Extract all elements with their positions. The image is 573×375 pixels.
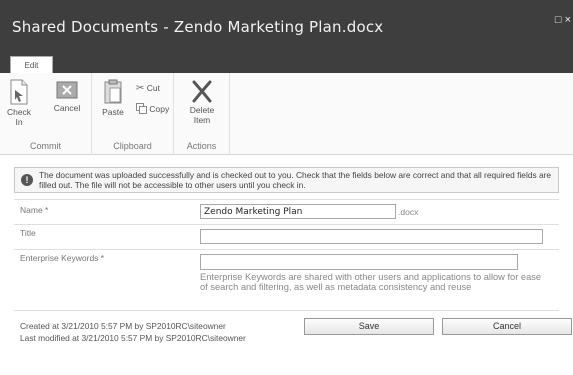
group-label-commit: Commit bbox=[30, 141, 61, 151]
check-in-button[interactable]: Check In bbox=[4, 79, 34, 127]
info-icon: ! bbox=[21, 174, 33, 186]
delete-item-button[interactable]: Delete Item bbox=[184, 79, 220, 125]
check-in-icon bbox=[10, 79, 28, 105]
tab-edit[interactable]: Edit bbox=[10, 56, 53, 74]
dialog-titlebar: Shared Documents - Zendo Marketing Plan.… bbox=[0, 0, 573, 50]
copy-button[interactable]: Copy bbox=[136, 103, 169, 114]
cancel-button[interactable]: Cancel bbox=[442, 318, 572, 335]
cancel-checkout-button[interactable]: Cancel bbox=[50, 79, 84, 113]
ribbon-group-clipboard: Paste ✂ Cut Copy Clipboard bbox=[92, 73, 174, 155]
notice-text: The document was uploaded successfully a… bbox=[39, 170, 552, 190]
ribbon-tab-bar bbox=[0, 50, 573, 73]
keywords-description: Enterprise Keywords are shared with othe… bbox=[200, 272, 542, 292]
form-divider bbox=[14, 310, 559, 311]
window-controls[interactable]: □ × bbox=[555, 14, 571, 26]
paste-icon bbox=[104, 79, 122, 104]
name-suffix: .docx bbox=[398, 207, 419, 217]
cut-label: Cut bbox=[146, 83, 160, 93]
delete-x-icon bbox=[192, 80, 212, 103]
paste-label: Paste bbox=[102, 107, 124, 117]
ribbon-group-commit: Check In Cancel Commit bbox=[0, 73, 92, 155]
ribbon-group-actions: Delete Item Actions bbox=[174, 73, 230, 155]
keywords-label: Enterprise Keywords * bbox=[20, 253, 105, 263]
check-in-label: Check In bbox=[6, 107, 32, 127]
created-info: Created at 3/21/2010 5:57 PM by SP2010RC… bbox=[20, 321, 226, 331]
copy-icon bbox=[136, 103, 147, 114]
form-divider bbox=[14, 224, 559, 225]
delete-item-label: Delete Item bbox=[189, 105, 215, 125]
group-label-actions: Actions bbox=[186, 141, 217, 151]
paste-button[interactable]: Paste bbox=[98, 79, 128, 117]
keywords-input[interactable] bbox=[200, 254, 518, 270]
cancel-icon bbox=[56, 81, 78, 99]
checkout-notice: ! The document was uploaded successfully… bbox=[14, 167, 559, 193]
name-input[interactable]: Zendo Marketing Plan bbox=[200, 204, 396, 219]
title-input[interactable] bbox=[200, 229, 543, 244]
version-info: Created at 3/21/2010 5:57 PM by SP2010RC… bbox=[20, 320, 246, 344]
save-button[interactable]: Save bbox=[304, 318, 434, 335]
cut-button[interactable]: ✂ Cut bbox=[136, 83, 160, 94]
name-label: Name * bbox=[20, 205, 49, 215]
group-label-clipboard: Clipboard bbox=[113, 141, 152, 151]
ribbon: Check In Cancel Commit Paste ✂ Cut Copy … bbox=[0, 73, 573, 155]
scissors-icon: ✂ bbox=[136, 83, 145, 94]
form-divider bbox=[14, 199, 559, 200]
dialog-title: Shared Documents - Zendo Marketing Plan.… bbox=[12, 18, 384, 36]
form-divider bbox=[14, 249, 559, 250]
copy-label: Copy bbox=[149, 104, 170, 114]
cancel-label: Cancel bbox=[53, 103, 81, 113]
title-label: Title bbox=[20, 228, 36, 238]
modified-info: Last modified at 3/21/2010 5:57 PM by SP… bbox=[20, 333, 246, 343]
